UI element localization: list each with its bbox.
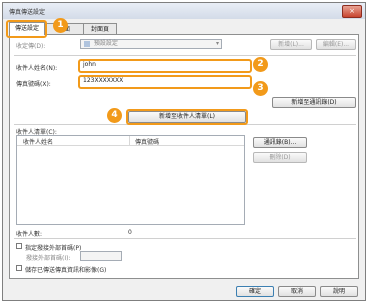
separator-bottom (14, 238, 356, 239)
tab-highlight (6, 20, 47, 38)
close-button[interactable]: × (342, 5, 362, 18)
delete-button[interactable]: 刪除(D) (253, 152, 307, 163)
recipient-list-table[interactable]: 收件人姓名 傳真號碼 (16, 135, 245, 225)
address-book-select[interactable]: 預設設定 ▾ (80, 39, 222, 49)
add-to-address-book-button[interactable]: 新增至通訊錄(D) (272, 97, 356, 108)
outside-line-prefix-label: 撥接外部首碼(I): (26, 255, 71, 262)
callout-2: 2 (253, 57, 268, 72)
fax-number-label: 傳真號碼(X): (16, 81, 51, 88)
outside-line-checkbox[interactable] (16, 243, 22, 249)
chevron-down-icon: ▾ (215, 40, 219, 47)
close-icon: × (349, 7, 355, 15)
save-info-checkbox[interactable] (16, 265, 22, 271)
name-highlight (78, 59, 252, 73)
settings-icon (84, 40, 90, 47)
ok-button[interactable]: 確定 (236, 286, 274, 297)
callout-3: 3 (253, 81, 268, 96)
recipient-name-label: 收件人姓名(N): (16, 65, 58, 72)
address-book-button[interactable]: 通訊錄(B)... (253, 137, 307, 148)
edit-button[interactable]: 編輯(E)... (316, 39, 356, 50)
address-book-label: 收定傳(D): (16, 43, 46, 50)
callout-1: 1 (53, 18, 68, 33)
fax-settings-dialog: 傳真傳送設定 × 傳送設定 頁面 封面頁 1 收定傳(D): 預設設定 ▾ 新增… (2, 2, 366, 301)
save-info-label: 儲存已傳送傳真資訊和影像(G) (25, 267, 107, 274)
recipient-count-label: 收件人數: (16, 231, 43, 238)
table-header: 收件人姓名 傳真號碼 (17, 136, 244, 146)
window-title: 傳真傳送設定 (9, 9, 46, 16)
recipient-count-value: 0 (128, 229, 132, 236)
column-fax-number: 傳真號碼 (135, 139, 160, 146)
add-recipient-highlight (126, 109, 248, 125)
tab-cover-page[interactable]: 封面頁 (83, 23, 117, 34)
column-recipient-name: 收件人姓名 (23, 139, 54, 146)
outside-line-label: 指定撥接外部首碼(P) (25, 245, 82, 252)
add-button[interactable]: 新增(L)... (270, 39, 312, 50)
help-button[interactable]: 說明 (320, 286, 358, 297)
fax-highlight (78, 75, 252, 89)
outside-line-prefix-field[interactable] (80, 251, 122, 261)
send-settings-panel: 收定傳(D): 預設設定 ▾ 新增(L)... 編輯(E)... 收件人姓名(N… (9, 34, 359, 279)
separator-top (14, 55, 356, 56)
column-divider (129, 136, 130, 145)
address-book-value: 預設設定 (93, 40, 118, 47)
cancel-button[interactable]: 取消 (278, 286, 316, 297)
callout-4: 4 (107, 108, 122, 123)
title-bar: 傳真傳送設定 × (3, 3, 365, 19)
